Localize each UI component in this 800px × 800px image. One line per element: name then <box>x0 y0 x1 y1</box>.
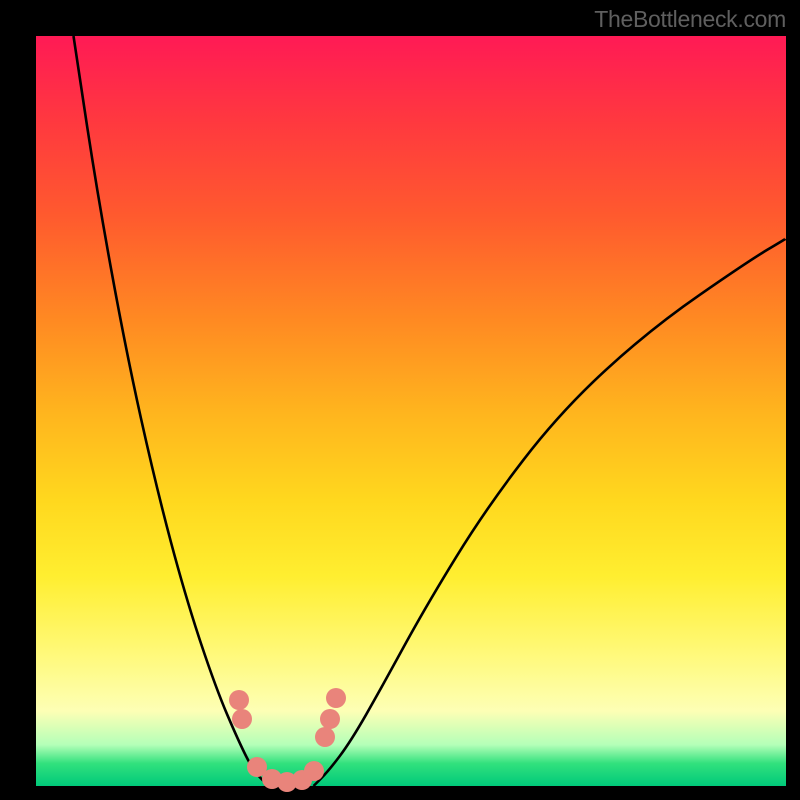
trough-dot <box>304 761 324 781</box>
trough-dot <box>229 690 249 710</box>
curve-left <box>74 36 269 786</box>
curve-right <box>314 239 787 787</box>
plot-area <box>36 36 786 786</box>
trough-dot <box>232 709 252 729</box>
bottleneck-curves <box>36 36 786 786</box>
watermark-text: TheBottleneck.com <box>594 6 786 33</box>
trough-dot <box>315 727 335 747</box>
chart-frame: TheBottleneck.com <box>0 0 800 800</box>
trough-dot <box>326 688 346 708</box>
trough-dot <box>320 709 340 729</box>
